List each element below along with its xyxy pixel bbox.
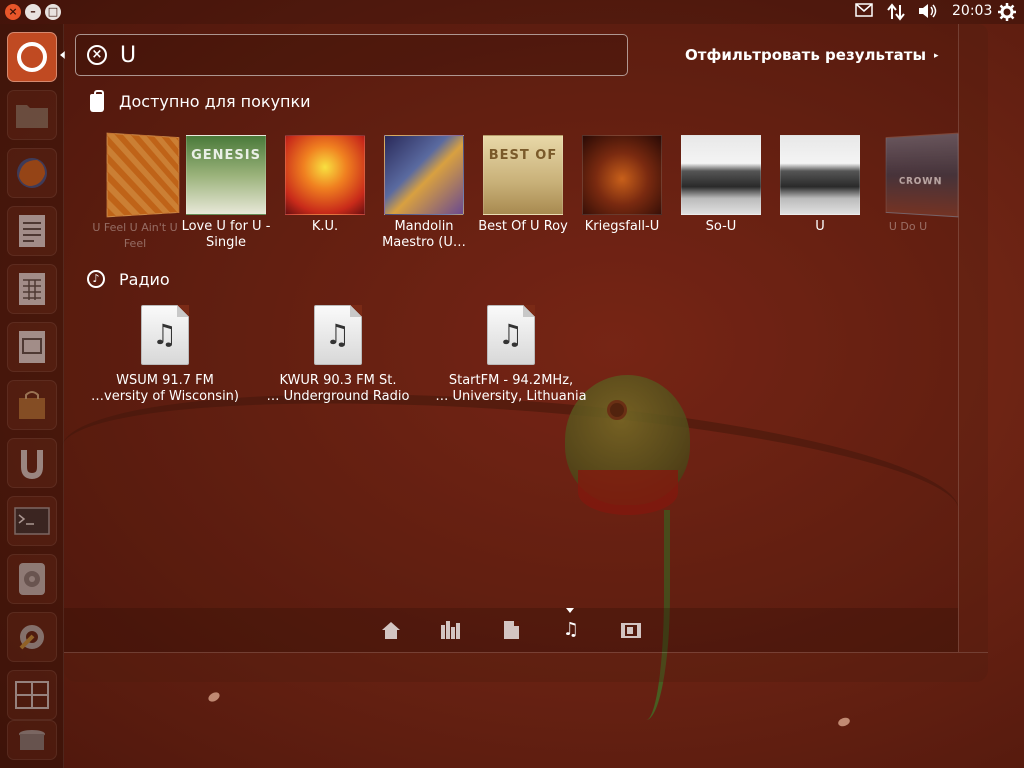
- film-icon: [621, 623, 641, 638]
- file-icon: [504, 621, 519, 639]
- album-cover[interactable]: [582, 135, 662, 215]
- album-cover[interactable]: CROWN: [885, 132, 959, 218]
- album-title: Love U for U - Single: [181, 219, 271, 250]
- launcher-item-libreoffice-impress[interactable]: [7, 322, 57, 372]
- network-arrows-icon[interactable]: [887, 3, 905, 25]
- trash-icon: [19, 730, 45, 750]
- album-cover[interactable]: [681, 135, 761, 215]
- album-cover-text: GENESIS: [191, 148, 261, 163]
- launcher-item-home-folder[interactable]: [7, 90, 57, 140]
- top-panel: × – □ 20:03: [0, 0, 1024, 24]
- album-cover[interactable]: BEST OF: [483, 135, 563, 215]
- audio-file-icon[interactable]: ♫: [487, 305, 535, 365]
- ubuntu-one-icon: [21, 450, 43, 479]
- radio-station-label: WSUM 91.7 FM …versity of Wisconsin): [80, 373, 250, 405]
- album-cover[interactable]: [384, 135, 464, 215]
- music-note-icon: ♫: [325, 318, 351, 351]
- terminal-icon: [14, 507, 50, 535]
- workspaces-icon: [15, 681, 49, 709]
- shopping-bag-icon: [90, 90, 104, 112]
- shopping-bag-icon: [19, 391, 45, 419]
- launcher-item-system-settings[interactable]: [7, 612, 57, 662]
- music-note-icon: ♫: [562, 619, 580, 640]
- lens-music[interactable]: ♫: [560, 619, 582, 641]
- radio-station-detail: … University, Lithuania: [435, 389, 587, 404]
- lens-applications[interactable]: [440, 619, 462, 641]
- launcher-item-trash[interactable]: [7, 720, 57, 760]
- album-title: U Do U: [888, 220, 928, 233]
- launcher-item-ubuntu-one[interactable]: [7, 438, 57, 488]
- launcher-item-libreoffice-writer[interactable]: [7, 206, 57, 256]
- dash-edge-right: [958, 24, 988, 652]
- gear-icon[interactable]: [998, 3, 1016, 25]
- search-input[interactable]: [120, 41, 610, 69]
- launcher-item-workspace-switcher[interactable]: [7, 670, 57, 720]
- radio-station-label: KWUR 90.3 FM St. … Underground Radio: [253, 373, 423, 405]
- chevron-right-icon: ▸: [934, 51, 939, 61]
- calc-icon: [19, 273, 45, 305]
- filter-results-button[interactable]: Отфильтровать результаты ▸: [685, 46, 939, 64]
- window-maximize-button[interactable]: □: [45, 4, 61, 20]
- album-title: Best Of U Roy: [478, 219, 568, 234]
- speaker-icon[interactable]: [918, 3, 938, 23]
- launcher-item-libreoffice-calc[interactable]: [7, 264, 57, 314]
- launcher-item-dash-home[interactable]: [7, 32, 57, 82]
- album-cover-text: CROWN: [898, 175, 943, 188]
- section-title-radio[interactable]: Радио: [119, 270, 170, 289]
- launcher-item-firefox[interactable]: [7, 148, 57, 198]
- lens-home[interactable]: [380, 619, 402, 641]
- music-note-icon: ♫: [498, 318, 524, 351]
- window-close-button[interactable]: ×: [5, 4, 21, 20]
- settings-gear-icon: [19, 625, 44, 650]
- ubuntu-logo-icon: [17, 42, 47, 72]
- window-minimize-button[interactable]: –: [25, 4, 41, 20]
- folder-icon: [16, 105, 48, 128]
- album-title: K.U.: [311, 219, 339, 234]
- music-note-icon: ♪: [87, 270, 105, 288]
- radio-station-name: StartFM - 94.2MHz,: [448, 373, 574, 388]
- album-title: So-U: [705, 219, 737, 234]
- radio-station-name: KWUR 90.3 FM St.: [279, 373, 397, 388]
- wallpaper-leaf: [836, 716, 852, 728]
- dash-edge-bottom: [64, 652, 988, 682]
- album-title: Kriegsfall-U: [584, 219, 660, 234]
- launcher-item-terminal[interactable]: [7, 496, 57, 546]
- launcher-item-software-center[interactable]: [7, 380, 57, 430]
- radio-station-label: StartFM - 94.2MHz, … University, Lithuan…: [426, 373, 596, 405]
- wallpaper-leaf: [206, 690, 222, 704]
- clock[interactable]: 20:03: [952, 3, 992, 19]
- album-cover[interactable]: GENESIS: [186, 135, 266, 215]
- envelope-icon[interactable]: [855, 3, 873, 21]
- album-cover[interactable]: [285, 135, 365, 215]
- album-cover-text: BEST OF: [488, 148, 558, 163]
- audio-file-icon[interactable]: ♫: [141, 305, 189, 365]
- lens-video[interactable]: [620, 619, 642, 641]
- applications-icon: [441, 621, 461, 639]
- search-box: ×: [75, 34, 628, 76]
- clear-search-icon[interactable]: ×: [87, 45, 107, 65]
- lens-files[interactable]: [500, 619, 522, 641]
- firefox-icon: [17, 158, 47, 188]
- filter-results-label: Отфильтровать результаты: [685, 46, 927, 64]
- disk-icon: [19, 563, 45, 595]
- home-icon: [382, 622, 400, 639]
- writer-icon: [19, 215, 45, 247]
- album-cover[interactable]: [106, 132, 180, 218]
- active-lens-indicator: [566, 608, 574, 613]
- impress-icon: [19, 331, 45, 363]
- audio-file-icon[interactable]: ♫: [314, 305, 362, 365]
- album-title: U: [815, 219, 825, 234]
- music-note-icon: ♫: [152, 318, 178, 351]
- album-title: Mandolin Maestro (U…: [382, 219, 466, 250]
- radio-station-name: WSUM 91.7 FM: [116, 373, 214, 388]
- album-title: U Feel U Ain't U Feel: [92, 221, 178, 250]
- launcher: [0, 24, 64, 768]
- radio-station-detail: … Underground Radio: [266, 389, 410, 404]
- radio-station-detail: …versity of Wisconsin): [91, 389, 239, 404]
- album-cover[interactable]: [780, 135, 860, 215]
- launcher-item-disk-utility[interactable]: [7, 554, 57, 604]
- section-title-purchase[interactable]: Доступно для покупки: [119, 92, 311, 111]
